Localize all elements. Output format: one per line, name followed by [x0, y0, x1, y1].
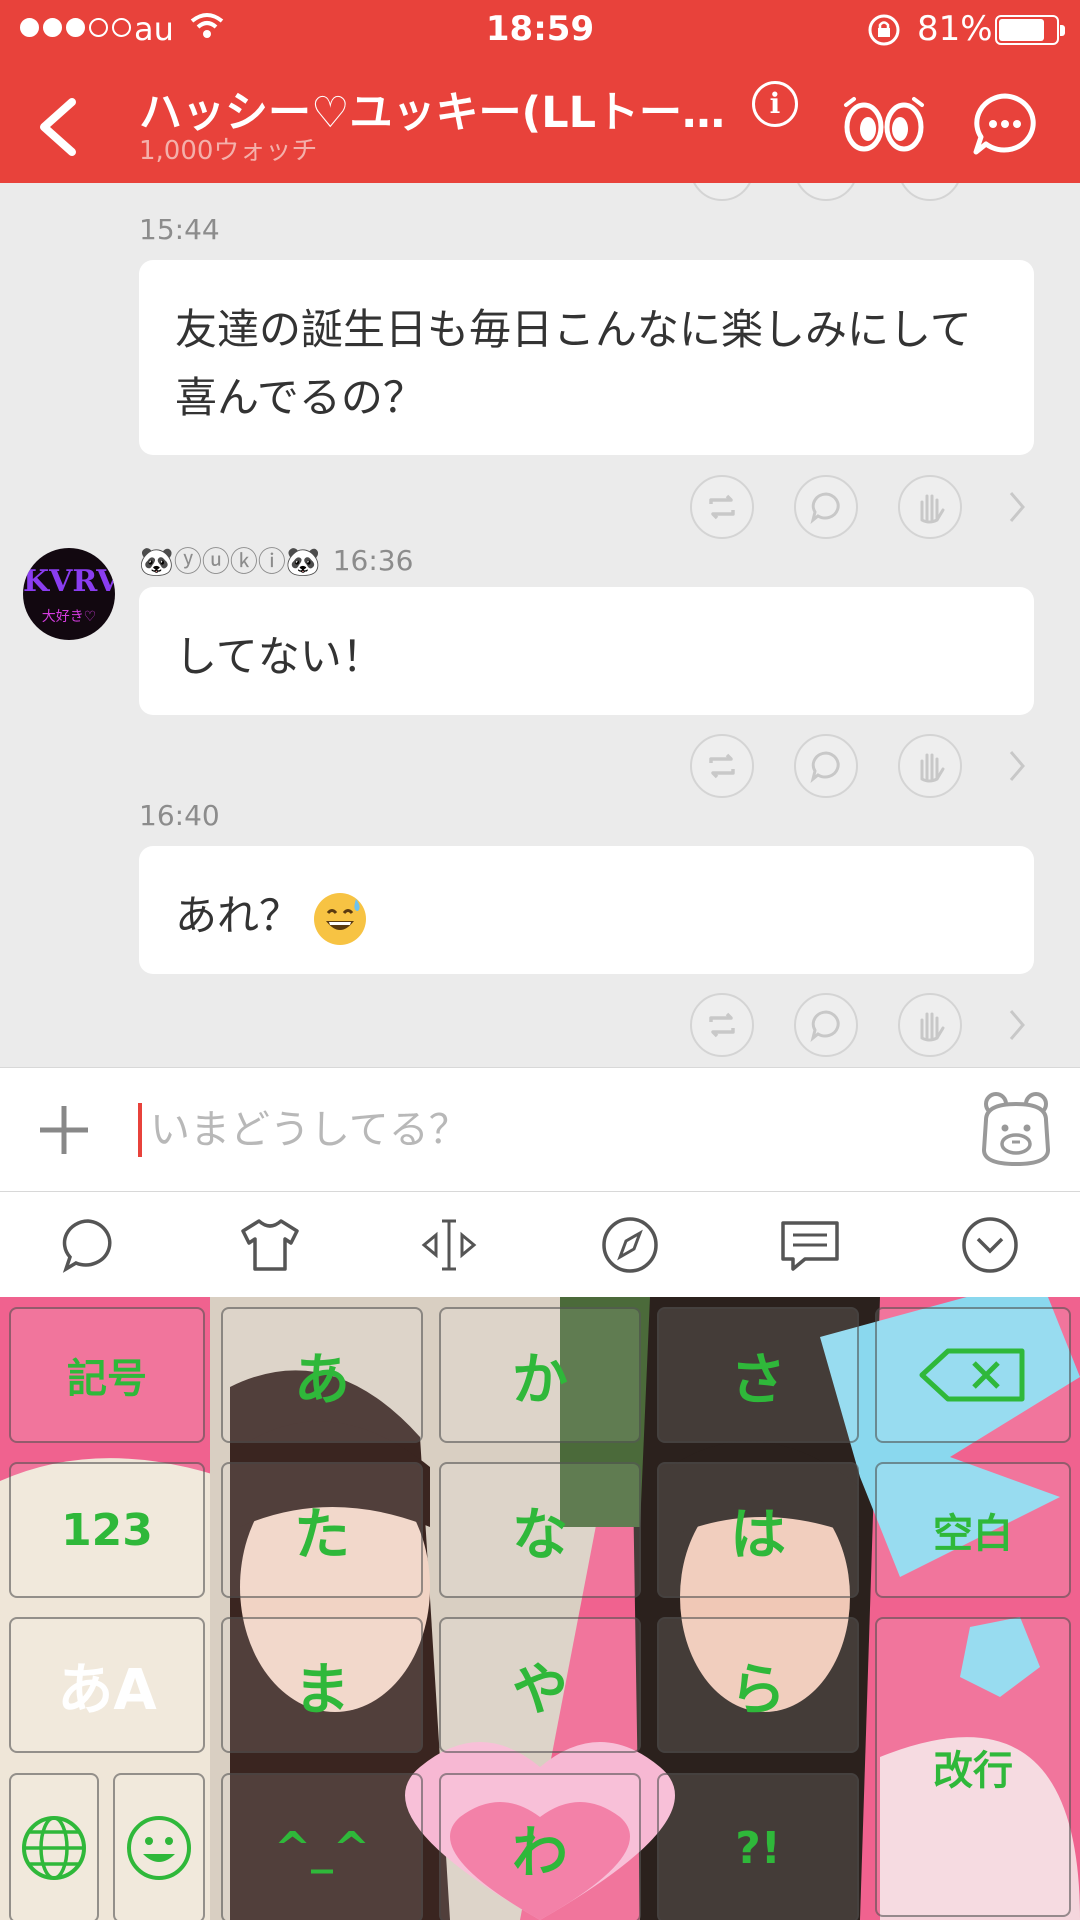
top-bar: au 18:59 81% ハッシー♡ユッキー(LLトー… 1,000ウォッチ i: [0, 0, 1080, 183]
message-actions: [690, 734, 1050, 798]
sweat-smile-emoji-icon: [314, 892, 367, 945]
avatar[interactable]: KVRVY 大好き♡: [23, 548, 115, 640]
chevron-right-icon[interactable]: [1005, 746, 1029, 786]
clap-button[interactable]: [898, 993, 962, 1057]
back-button[interactable]: [28, 92, 88, 162]
key-emoji[interactable]: [113, 1773, 205, 1920]
message-actions: [690, 183, 1050, 201]
clap-button[interactable]: [898, 183, 962, 201]
key-punctuation[interactable]: ?!: [657, 1773, 859, 1920]
key-sa-row[interactable]: さ: [657, 1307, 859, 1443]
hand-icon: [920, 753, 945, 783]
chevron-right-icon[interactable]: [1005, 1005, 1029, 1045]
avatar-caption: 大好き♡: [41, 609, 97, 625]
key-numbers[interactable]: 123: [9, 1462, 205, 1598]
message-time: 16:36: [332, 543, 414, 577]
reply-button[interactable]: [794, 183, 858, 201]
key-wa-row[interactable]: わ: [439, 1773, 641, 1920]
key-input-mode[interactable]: あA: [9, 1617, 205, 1753]
message-bubble[interactable]: あれ？: [139, 846, 1034, 974]
speech-icon: [810, 1010, 840, 1042]
repost-icon: [709, 494, 735, 520]
clap-button[interactable]: [898, 475, 962, 539]
repost-button[interactable]: [690, 183, 754, 201]
avatar-logo-text: KVRVY: [23, 564, 115, 599]
message-text: 友達の誕生日も毎日こんなに楽しみにして喜んでるの？: [175, 305, 972, 422]
repost-button[interactable]: [690, 993, 754, 1057]
key-symbols[interactable]: 記号: [9, 1307, 205, 1443]
message-icon[interactable]: [777, 1212, 843, 1278]
speech-icon: [810, 492, 840, 524]
watch-eyes-icon[interactable]: [842, 95, 926, 155]
repost-icon: [709, 1012, 735, 1038]
compose-bar: [0, 1067, 1080, 1192]
repost-button[interactable]: [690, 734, 754, 798]
clap-button[interactable]: [898, 734, 962, 798]
key-backspace[interactable]: [875, 1307, 1071, 1443]
message-actions: [690, 993, 1050, 1057]
key-enter[interactable]: 改行: [875, 1617, 1071, 1917]
compass-icon[interactable]: [597, 1212, 663, 1278]
message-feed[interactable]: 15:44 友達の誕生日も毎日こんなに楽しみにして喜んでるの？ KVRVY 大好…: [0, 183, 1080, 1067]
repost-icon: [709, 753, 735, 779]
plus-icon[interactable]: [36, 1098, 92, 1162]
info-button[interactable]: i: [752, 81, 798, 127]
status-bar: au 18:59 81%: [0, 0, 1080, 58]
reply-button[interactable]: [794, 993, 858, 1057]
key-ya-row[interactable]: や: [439, 1617, 641, 1753]
sticker-bear-icon[interactable]: [978, 1090, 1054, 1168]
text-caret: [138, 1103, 142, 1157]
backspace-icon: [919, 1348, 1025, 1402]
message-text: してない！: [175, 632, 384, 681]
message-time: 16:40: [139, 799, 220, 832]
key-ra-row[interactable]: ら: [657, 1617, 859, 1753]
speech-icon: [810, 751, 840, 783]
chevron-down-circle-icon[interactable]: [957, 1212, 1023, 1278]
key-ma-row[interactable]: ま: [221, 1617, 423, 1753]
message-text: あれ？: [175, 891, 302, 940]
hand-icon: [920, 494, 945, 524]
bubble-icon[interactable]: [55, 1212, 121, 1278]
cursor-move-icon[interactable]: [416, 1212, 482, 1278]
sender-name[interactable]: 🐼ⓨⓤⓚⓘ🐼: [139, 540, 321, 580]
message-time: 15:44: [139, 213, 220, 246]
key-ha-row[interactable]: は: [657, 1462, 859, 1598]
hand-icon: [920, 1012, 945, 1042]
reply-button[interactable]: [794, 475, 858, 539]
battery-percent: 81%: [917, 9, 993, 49]
key-ka-row[interactable]: か: [439, 1307, 641, 1443]
custom-keyboard: 記号 あ か さ 123 た な は 空白 あA ま や ら 改行 ^_^ わ …: [0, 1297, 1080, 1920]
message-actions: [690, 475, 1050, 539]
message-bubble[interactable]: してない！: [139, 587, 1034, 715]
message-bubble[interactable]: 友達の誕生日も毎日こんなに楽しみにして喜んでるの？: [139, 260, 1034, 455]
chevron-right-icon[interactable]: [1005, 487, 1029, 527]
keyboard-toolbar: [0, 1192, 1080, 1297]
sender-line: 🐼ⓨⓤⓚⓘ🐼 16:36: [139, 540, 413, 580]
key-na-row[interactable]: な: [439, 1462, 641, 1598]
repost-button[interactable]: [690, 475, 754, 539]
key-space[interactable]: 空白: [875, 1462, 1071, 1598]
rotation-lock-icon: [868, 14, 900, 46]
key-a-row[interactable]: あ: [221, 1307, 423, 1443]
key-face[interactable]: ^_^: [221, 1773, 423, 1920]
smiley-icon: [127, 1816, 191, 1880]
key-input-mode-label: あA: [57, 1657, 157, 1723]
key-globe[interactable]: [9, 1773, 99, 1920]
globe-icon: [22, 1816, 86, 1880]
message-input[interactable]: [150, 1093, 950, 1167]
reply-button[interactable]: [794, 734, 858, 798]
watch-count: 1,000ウォッチ: [139, 136, 318, 166]
tshirt-icon[interactable]: [237, 1212, 303, 1278]
chat-bubble-icon[interactable]: [972, 92, 1038, 156]
battery-icon: [995, 15, 1065, 45]
key-ta-row[interactable]: た: [221, 1462, 423, 1598]
